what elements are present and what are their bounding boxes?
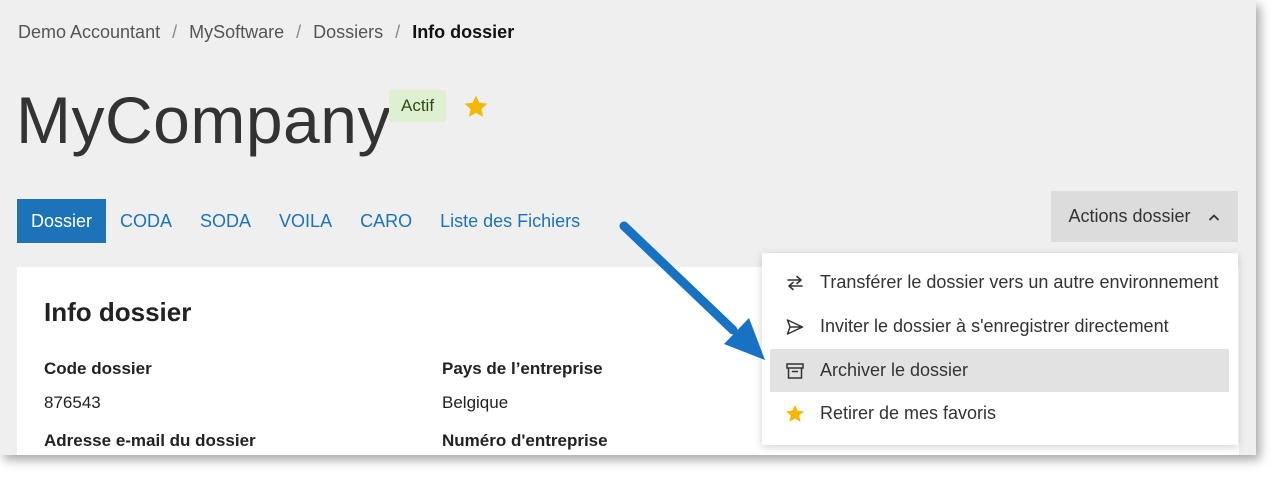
country-label: Pays de l’entreprise <box>442 359 603 378</box>
tab-coda[interactable]: CODA <box>106 199 186 243</box>
card-title: Info dossier <box>44 297 192 327</box>
company-number-label: Numéro d'entreprise <box>442 431 608 450</box>
app-frame: Demo Accountant / MySoftware / Dossiers … <box>0 0 1256 455</box>
breadcrumb-item-dossiers[interactable]: Dossiers <box>313 22 383 43</box>
tab-caro[interactable]: CARO <box>346 199 426 243</box>
menu-item-label: Transférer le dossier vers un autre envi… <box>820 272 1219 292</box>
breadcrumb-item-demo-accountant[interactable]: Demo Accountant <box>18 22 160 43</box>
breadcrumb-separator: / <box>395 22 401 42</box>
tab-dossier[interactable]: Dossier <box>17 199 107 243</box>
actions-dropdown-menu: Transférer le dossier vers un autre envi… <box>762 253 1238 445</box>
actions-dossier-label: Actions dossier <box>1068 206 1191 226</box>
tab-bar: Dossier CODA SODA VOILA CARO Liste des F… <box>17 199 594 243</box>
star-icon <box>784 403 806 425</box>
tab-voila[interactable]: VOILA <box>265 199 346 243</box>
status-badge: Actif <box>389 90 447 122</box>
star-icon[interactable] <box>462 93 490 121</box>
archive-icon <box>784 360 806 382</box>
tab-soda[interactable]: SODA <box>186 199 265 243</box>
email-label: Adresse e-mail du dossier <box>44 431 256 450</box>
page-title: MyCompany <box>16 83 391 157</box>
breadcrumb-separator: / <box>296 22 302 42</box>
menu-item-transfer[interactable]: Transférer le dossier vers un autre envi… <box>770 261 1229 304</box>
menu-item-label: Retirer de mes favoris <box>820 403 997 423</box>
menu-item-label: Inviter le dossier à s'enregistrer direc… <box>820 316 1169 336</box>
tab-liste-des-fichiers[interactable]: Liste des Fichiers <box>426 199 594 243</box>
code-dossier-label: Code dossier <box>44 359 152 378</box>
breadcrumb-item-mysoftware[interactable]: MySoftware <box>189 22 284 43</box>
send-icon <box>784 316 806 338</box>
menu-item-archive[interactable]: Archiver le dossier <box>770 349 1229 392</box>
menu-item-label: Archiver le dossier <box>820 360 969 380</box>
menu-item-remove-favorite[interactable]: Retirer de mes favoris <box>770 392 1229 435</box>
transfer-icon <box>784 272 806 294</box>
country-value: Belgique <box>442 393 509 412</box>
breadcrumb-current: Info dossier <box>412 22 515 42</box>
actions-dossier-button[interactable]: Actions dossier <box>1051 191 1238 242</box>
menu-item-invite[interactable]: Inviter le dossier à s'enregistrer direc… <box>770 305 1229 348</box>
code-dossier-value: 876543 <box>44 393 101 412</box>
breadcrumb: Demo Accountant / MySoftware / Dossiers … <box>18 22 514 43</box>
chevron-up-icon <box>1208 214 1219 220</box>
breadcrumb-separator: / <box>172 22 178 42</box>
